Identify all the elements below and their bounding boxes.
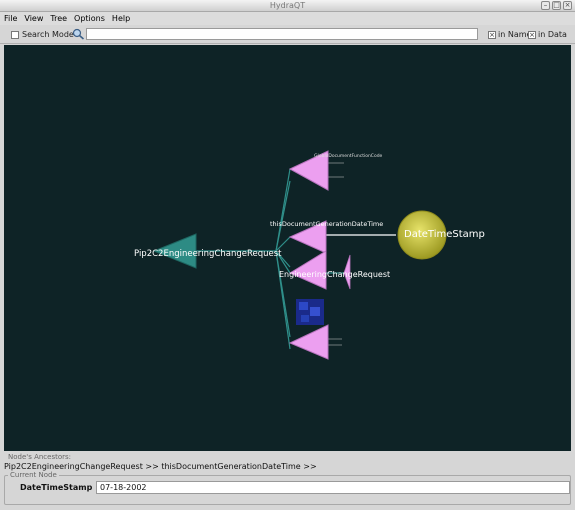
in-names-checkbox[interactable]: × <box>488 31 496 39</box>
child-node-2-label: thisDocumentGenerationDateTime <box>270 220 383 228</box>
in-data-label: in Data <box>538 30 567 39</box>
hyperbolic-tree-canvas[interactable]: Pip2C2EngineeringChangeRequest GlobalDoc… <box>4 45 571 451</box>
menu-help[interactable]: Help <box>112 14 130 23</box>
current-node-legend: Current Node <box>8 471 59 479</box>
child-node-3-label: EngineeringChangeRequest <box>279 270 390 279</box>
current-node-value-field[interactable]: 07-18-2002 <box>96 481 570 494</box>
menu-file[interactable]: File <box>4 14 17 23</box>
search-toolbar: Search Mode × in Names × in Data <box>0 25 575 44</box>
menu-tree[interactable]: Tree <box>50 14 67 23</box>
search-mode-label: Search Mode <box>22 30 74 39</box>
in-data-checkbox[interactable]: × <box>528 31 536 39</box>
selected-node-label: DateTimeStamp <box>404 229 485 240</box>
title-bar: HydraQT – □ × <box>0 0 575 12</box>
menu-view[interactable]: View <box>24 14 43 23</box>
window-title: HydraQT <box>269 1 306 10</box>
ancestors-path: Pip2C2EngineeringChangeRequest >> thisDo… <box>4 462 317 471</box>
close-button[interactable]: × <box>563 1 572 10</box>
maximize-button[interactable]: □ <box>552 1 561 10</box>
child-node-4[interactable] <box>288 324 329 360</box>
search-input[interactable] <box>86 28 478 40</box>
data-node[interactable] <box>296 299 324 325</box>
search-mode-checkbox[interactable] <box>11 31 19 39</box>
current-node-name: DateTimeStamp <box>20 483 93 492</box>
menu-bar: File View Tree Options Help <box>0 12 575 25</box>
current-node-panel: Current Node DateTimeStamp 07-18-2002 <box>4 471 571 505</box>
ancestors-title: Node's Ancestors: <box>8 453 72 461</box>
minimize-button[interactable]: – <box>541 1 550 10</box>
menu-options[interactable]: Options <box>74 14 105 23</box>
search-icon[interactable] <box>72 28 85 40</box>
child-node-1-label: GlobalDocumentFunctionCode <box>314 153 383 159</box>
root-node-label: Pip2C2EngineeringChangeRequest <box>134 249 282 259</box>
